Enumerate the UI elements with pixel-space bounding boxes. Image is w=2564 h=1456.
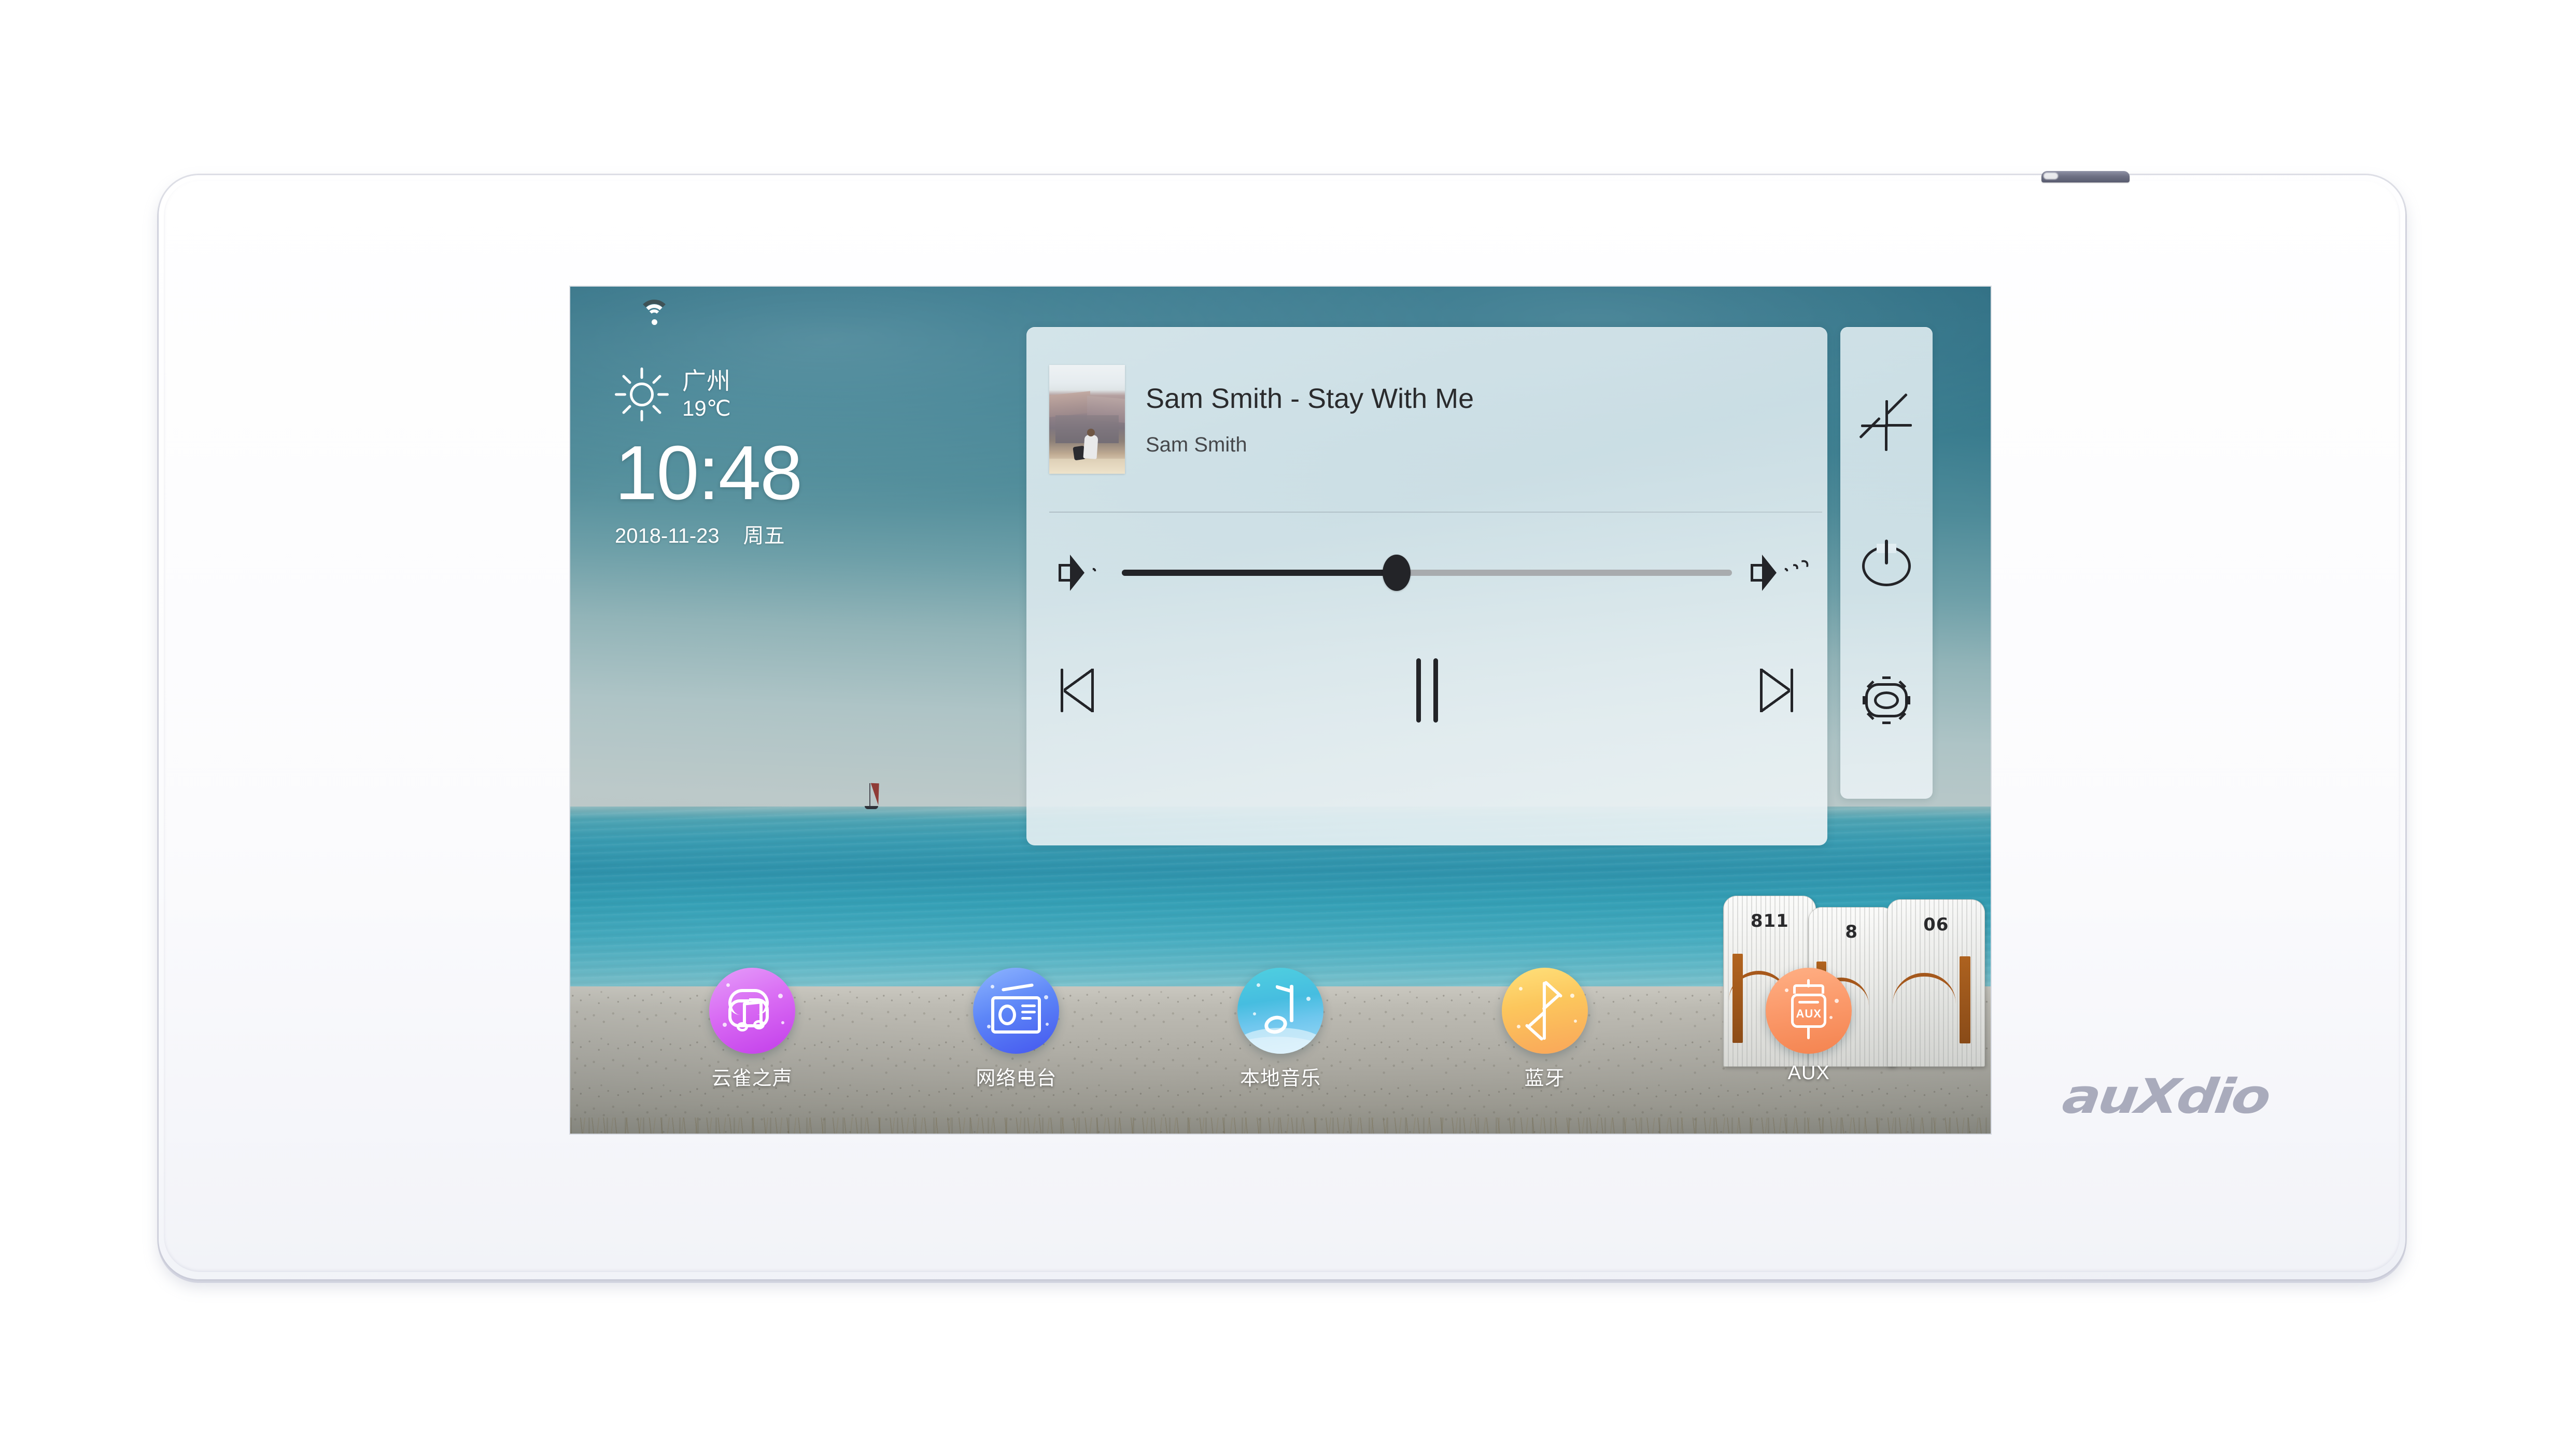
panel-divider	[1049, 512, 1822, 513]
dock-label: 云雀之声	[711, 1068, 793, 1090]
volume-row	[1026, 536, 1827, 609]
weather-row: 广州 19℃	[615, 367, 905, 421]
date-row: 2018-11-23 周五	[615, 519, 905, 549]
radio-icon[interactable]	[973, 968, 1060, 1054]
power-icon[interactable]	[1858, 534, 1915, 591]
clock-time: 10:48	[615, 430, 802, 516]
cloud-music-icon[interactable]	[709, 968, 795, 1054]
app-dock: 云雀之声 网络电台 本地音乐 蓝牙 AUX AUX	[570, 968, 1991, 1113]
screenshot-root: auXdio 811 8 06 广州 19℃ 10:48 2018-11-23 …	[0, 0, 2564, 1456]
dock-label: AUX	[1787, 1062, 1830, 1084]
sun-ray	[657, 393, 669, 396]
aux-glyph-text: AUX	[1796, 1007, 1822, 1020]
music-note-icon[interactable]	[1237, 968, 1323, 1054]
skip-next-icon[interactable]	[1745, 661, 1795, 719]
dock-item-bluetooth[interactable]: 蓝牙	[1459, 968, 1630, 1091]
sun-ray	[640, 367, 643, 379]
side-control-panel	[1840, 327, 1933, 799]
beach-chair-number: 8	[1845, 921, 1858, 942]
dock-item-radio[interactable]: 网络电台	[931, 968, 1102, 1091]
music-player-panel: Sam Smith - Stay With Me Sam Smith	[1026, 327, 1827, 845]
sun-ray	[640, 410, 643, 421]
dock-item-aux[interactable]: AUX AUX	[1723, 968, 1894, 1084]
beach-grass	[570, 1117, 1991, 1134]
clock-date: 2018-11-23	[615, 525, 720, 547]
collapse-icon[interactable]	[1858, 393, 1915, 454]
beach-chair-number: 06	[1923, 914, 1949, 936]
dock-item-cloud-music[interactable]: 云雀之声	[667, 968, 838, 1091]
volume-slider[interactable]	[1122, 554, 1732, 592]
wifi-icon	[637, 300, 672, 328]
transport-controls	[1026, 641, 1827, 740]
track-title: Sam Smith - Stay With Me	[1146, 383, 1474, 414]
brand-logo: auXdio	[2041, 1060, 2290, 1133]
city-temperature: 广州 19℃	[682, 369, 731, 420]
volume-slider-thumb[interactable]	[1382, 555, 1411, 591]
weather-clock-widget: 广州 19℃ 10:48 2018-11-23 周五	[615, 367, 905, 549]
volume-slider-fill	[1122, 570, 1397, 576]
touch-screen[interactable]: 811 8 06 广州 19℃ 10:48 2018-11-23 周五 Sam …	[570, 287, 1991, 1134]
clock-weekday: 周五	[743, 525, 785, 547]
temperature-value: 19℃	[682, 396, 731, 421]
dock-label: 蓝牙	[1524, 1068, 1565, 1090]
sun-ray	[622, 404, 632, 415]
album-art	[1049, 365, 1125, 474]
sun-icon	[615, 367, 669, 421]
brand-logo-text: auXdio	[2059, 1068, 2273, 1124]
sun-ray	[652, 374, 662, 385]
aux-plug-icon[interactable]: AUX	[1766, 968, 1852, 1054]
bluetooth-icon[interactable]	[1501, 968, 1588, 1054]
sun-ray	[615, 393, 626, 396]
dock-label: 网络电台	[976, 1068, 1057, 1090]
gear-icon[interactable]	[1858, 672, 1915, 729]
sun-ray	[622, 374, 632, 385]
city-name: 广州	[682, 367, 731, 395]
skip-previous-icon[interactable]	[1059, 661, 1108, 719]
beach-chair-number: 811	[1750, 911, 1789, 932]
dock-label: 本地音乐	[1239, 1068, 1321, 1090]
mounting-clip	[2041, 171, 2130, 182]
dock-item-local-music[interactable]: 本地音乐	[1195, 968, 1366, 1091]
track-text: Sam Smith - Stay With Me Sam Smith	[1146, 383, 1474, 457]
sailboat	[862, 783, 882, 814]
pause-icon[interactable]	[1396, 657, 1458, 724]
volume-low-icon[interactable]	[1059, 554, 1103, 592]
track-artist: Sam Smith	[1146, 433, 1247, 456]
now-playing-row: Sam Smith - Stay With Me Sam Smith	[1026, 327, 1827, 512]
volume-high-icon[interactable]	[1751, 554, 1813, 592]
sun-ray	[652, 404, 662, 415]
